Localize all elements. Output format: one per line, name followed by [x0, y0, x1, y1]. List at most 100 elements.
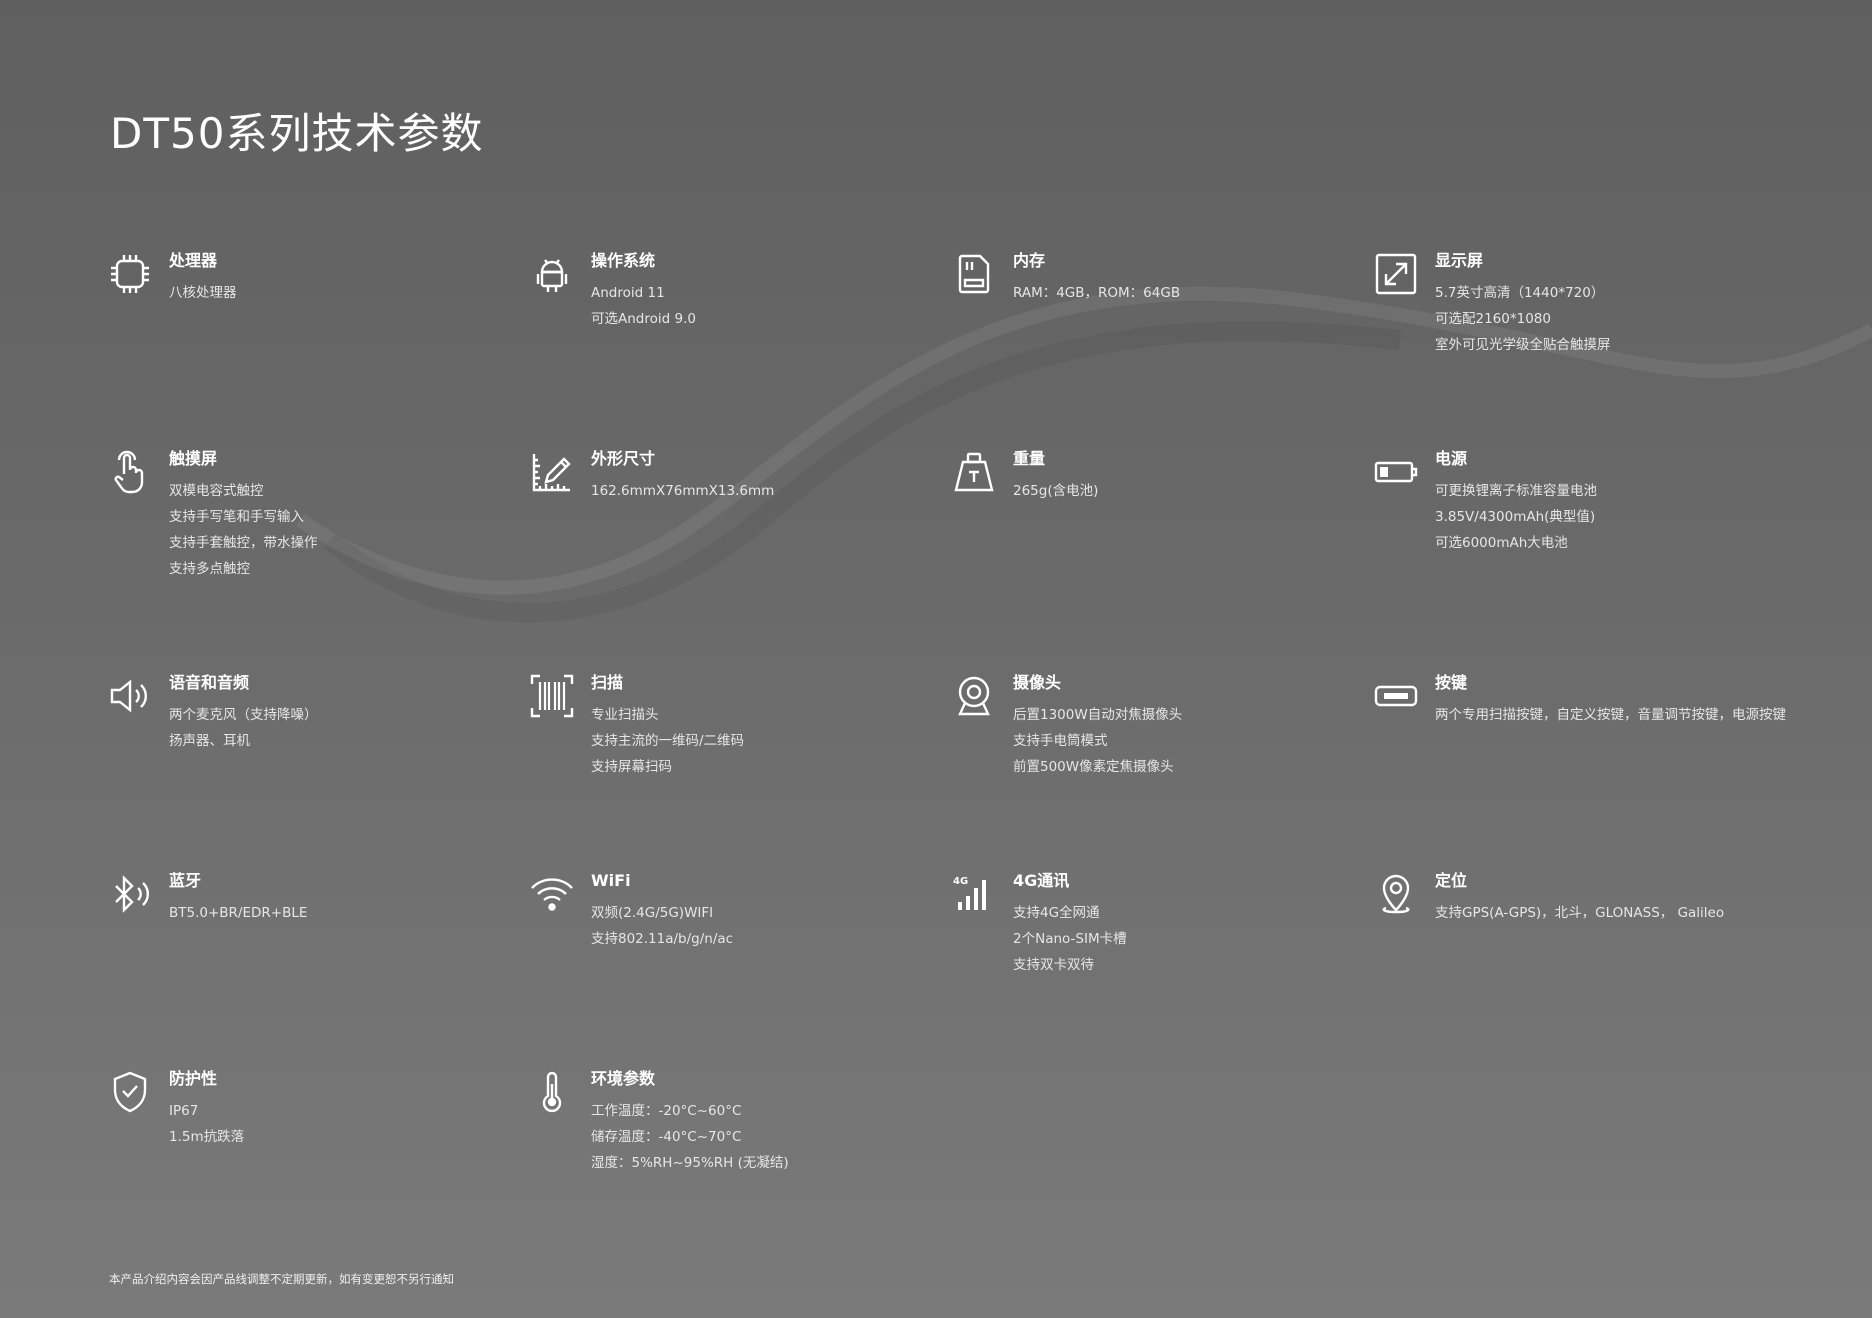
page-title: DT50系列技术参数 — [110, 109, 484, 158]
spec-label: 摄像头 — [1013, 673, 1062, 692]
spec-label: 重量 — [1013, 449, 1046, 468]
spec-value: 扬声器、耳机 — [169, 733, 250, 749]
spec-row: 语音和音频 两个麦克风（支持降噪） 扬声器、耳机 扫描 专业扫描头 支持主流的一… — [106, 672, 1806, 870]
spec-grid: 处理器 八核处理器 操作系统 Android 11 可选Android 9.0 — [106, 250, 1806, 1228]
spec-row: 蓝牙 BT5.0+BR/EDR+BLE WiFi 双频(2.4G/5G)WIFI… — [106, 870, 1806, 1068]
spec-value: RAM：4GB，ROM：64GB — [1013, 285, 1181, 301]
weight-icon — [950, 448, 998, 496]
spec-label: 蓝牙 — [169, 871, 202, 890]
spec-label: 电源 — [1435, 449, 1468, 468]
footer-disclaimer: 本产品介绍内容会因产品线调整不定期更新，如有变更恕不另行通知 — [109, 1272, 454, 1286]
spec-cellular: 4G 4G通讯 支持4G全网通 2个Nano-SIM卡槽 支持双卡双待 — [950, 870, 1372, 1068]
sd-card-icon — [950, 250, 998, 298]
spec-value: BT5.0+BR/EDR+BLE — [169, 905, 308, 921]
spec-label: WiFi — [591, 871, 631, 890]
spec-label: 处理器 — [169, 251, 218, 270]
spec-value: 支持4G全网通 — [1013, 905, 1100, 921]
thermometer-icon — [528, 1068, 576, 1116]
spec-value: 八核处理器 — [169, 285, 237, 301]
spec-value: 3.85V/4300mAh(典型值) — [1435, 509, 1596, 525]
spec-dimensions: 外形尺寸 162.6mmX76mmX13.6mm — [528, 448, 950, 672]
battery-icon — [1372, 448, 1420, 496]
spec-value: 5.7英寸高清（1440*720） — [1435, 285, 1605, 301]
spec-value: 1.5m抗跌落 — [169, 1129, 245, 1145]
spec-value: 储存温度：-40°C~70°C — [591, 1129, 742, 1145]
spec-value: 后置1300W自动对焦摄像头 — [1013, 707, 1183, 723]
spec-value: 室外可见光学级全贴合触摸屏 — [1435, 337, 1611, 353]
spec-label: 触摸屏 — [169, 449, 218, 468]
spec-value: 支持802.11a/b/g/n/ac — [591, 931, 734, 947]
spec-value: 支持主流的一维码/二维码 — [591, 733, 745, 749]
spec-value: 支持手写笔和手写输入 — [169, 509, 304, 525]
spec-power: 电源 可更换锂离子标准容量电池 3.85V/4300mAh(典型值) 可选600… — [1372, 448, 1794, 672]
camera-icon — [950, 672, 998, 720]
spec-label: 显示屏 — [1435, 251, 1484, 270]
spec-label: 内存 — [1013, 251, 1046, 270]
spec-protection: 防护性 IP67 1.5m抗跌落 — [106, 1068, 528, 1228]
spec-label: 环境参数 — [591, 1069, 656, 1088]
spec-bluetooth: 蓝牙 BT5.0+BR/EDR+BLE — [106, 870, 528, 1068]
wifi-icon — [528, 870, 576, 918]
spec-label: 按键 — [1435, 673, 1468, 692]
spec-value: 支持GPS(A-GPS)，北斗，GLONASS， Galileo — [1435, 905, 1725, 921]
bluetooth-icon — [106, 870, 154, 918]
spec-value: 专业扫描头 — [591, 707, 659, 723]
spec-positioning: 定位 支持GPS(A-GPS)，北斗，GLONASS， Galileo — [1372, 870, 1794, 1068]
spec-row: 防护性 IP67 1.5m抗跌落 环境参数 工作温度：-20°C~60°C 储存… — [106, 1068, 1806, 1228]
signal-4g-icon: 4G — [950, 870, 998, 918]
spec-value: 双模电容式触控 — [169, 483, 264, 499]
spec-value: IP67 — [169, 1103, 199, 1119]
spec-value: 可选配2160*1080 — [1435, 311, 1551, 327]
spec-value: 162.6mmX76mmX13.6mm — [591, 483, 775, 499]
spec-label: 定位 — [1435, 871, 1468, 890]
spec-label: 外形尺寸 — [591, 449, 656, 468]
touch-hand-icon — [106, 448, 154, 496]
spec-value: 支持屏幕扫码 — [591, 759, 672, 775]
spec-label: 扫描 — [591, 673, 624, 692]
spec-value: 支持双卡双待 — [1013, 957, 1094, 973]
expand-screen-icon — [1372, 250, 1420, 298]
spec-value: 支持手套触控，带水操作 — [169, 535, 318, 551]
spec-label: 4G通讯 — [1013, 871, 1070, 890]
spec-weight: 重量 265g(含电池) — [950, 448, 1372, 672]
spec-audio: 语音和音频 两个麦克风（支持降噪） 扬声器、耳机 — [106, 672, 528, 870]
spec-value: 支持手电筒模式 — [1013, 733, 1108, 749]
spec-value: 两个麦克风（支持降噪） — [169, 707, 318, 723]
spec-value: 可更换锂离子标准容量电池 — [1435, 483, 1597, 499]
spec-value: 前置500W像素定焦摄像头 — [1013, 759, 1174, 775]
spec-value: 支持多点触控 — [169, 561, 250, 577]
speaker-icon — [106, 672, 154, 720]
ruler-pencil-icon — [528, 448, 576, 496]
shield-check-icon — [106, 1068, 154, 1116]
spec-display: 显示屏 5.7英寸高清（1440*720） 可选配2160*1080 室外可见光… — [1372, 250, 1794, 448]
spec-label: 防护性 — [169, 1069, 218, 1088]
spec-value: 工作温度：-20°C~60°C — [591, 1103, 742, 1119]
svg-text:4G: 4G — [953, 876, 968, 887]
spec-camera: 摄像头 后置1300W自动对焦摄像头 支持手电筒模式 前置500W像素定焦摄像头 — [950, 672, 1372, 870]
android-icon — [528, 250, 576, 298]
key-button-icon — [1372, 672, 1420, 720]
spec-value: 双频(2.4G/5G)WIFI — [591, 905, 714, 921]
spec-value: 可选6000mAh大电池 — [1435, 535, 1568, 551]
spec-os: 操作系统 Android 11 可选Android 9.0 — [528, 250, 950, 448]
spec-row: 处理器 八核处理器 操作系统 Android 11 可选Android 9.0 — [106, 250, 1806, 448]
barcode-scan-icon — [528, 672, 576, 720]
spec-row: 触摸屏 双模电容式触控 支持手写笔和手写输入 支持手套触控，带水操作 支持多点触… — [106, 448, 1806, 672]
spec-value: 湿度：5%RH~95%RH (无凝结) — [591, 1155, 789, 1171]
spec-label: 操作系统 — [591, 251, 656, 270]
location-pin-icon — [1372, 870, 1420, 918]
spec-buttons: 按键 两个专用扫描按键，自定义按键，音量调节按键，电源按键 — [1372, 672, 1794, 870]
spec-processor: 处理器 八核处理器 — [106, 250, 528, 448]
spec-wifi: WiFi 双频(2.4G/5G)WIFI 支持802.11a/b/g/n/ac — [528, 870, 950, 1068]
spec-value: Android 11 — [591, 285, 665, 301]
spec-value: 2个Nano-SIM卡槽 — [1013, 931, 1127, 947]
spec-label: 语音和音频 — [169, 673, 250, 692]
spec-memory: 内存 RAM：4GB，ROM：64GB — [950, 250, 1372, 448]
cpu-icon — [106, 250, 154, 298]
spec-value: 两个专用扫描按键，自定义按键，音量调节按键，电源按键 — [1435, 707, 1786, 723]
spec-value: 可选Android 9.0 — [591, 311, 696, 327]
spec-scanning: 扫描 专业扫描头 支持主流的一维码/二维码 支持屏幕扫码 — [528, 672, 950, 870]
spec-environment: 环境参数 工作温度：-20°C~60°C 储存温度：-40°C~70°C 湿度：… — [528, 1068, 950, 1228]
spec-value: 265g(含电池) — [1013, 483, 1099, 499]
spec-touchscreen: 触摸屏 双模电容式触控 支持手写笔和手写输入 支持手套触控，带水操作 支持多点触… — [106, 448, 528, 672]
